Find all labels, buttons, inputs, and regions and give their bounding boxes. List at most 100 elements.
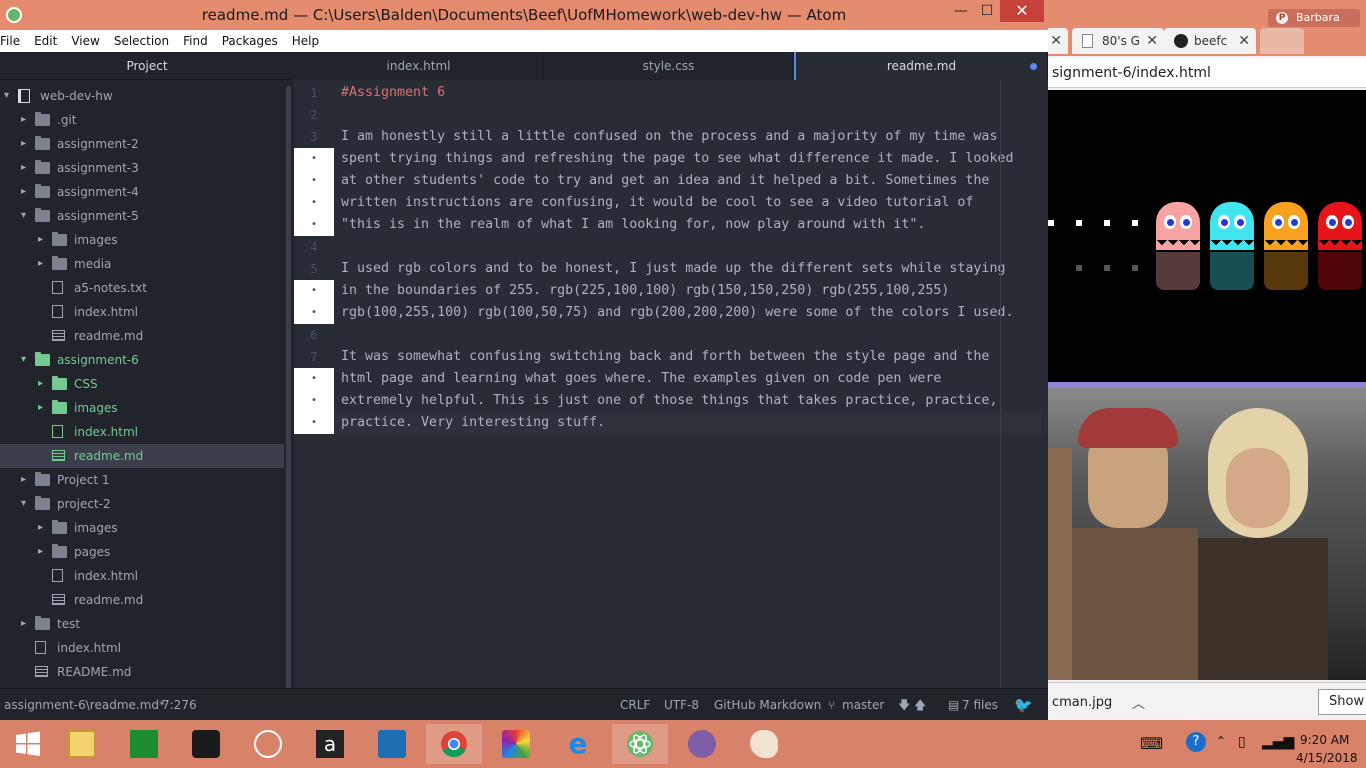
- tab-readme-md[interactable]: readme.md: [794, 52, 1048, 80]
- taskbar-atom[interactable]: [612, 724, 668, 764]
- battery-icon[interactable]: ▯: [1238, 734, 1246, 750]
- keyboard-icon[interactable]: ⌨: [1140, 734, 1163, 753]
- tree-item[interactable]: ▾ assignment-6: [0, 348, 284, 372]
- tree-item[interactable]: ▸ assignment-4: [0, 180, 284, 204]
- tree-item[interactable]: readme.md: [0, 588, 284, 612]
- chevron-down-icon[interactable]: ▾: [4, 84, 14, 108]
- code-line[interactable]: html page and learning what goes where. …: [341, 368, 1041, 390]
- tree-item[interactable]: ▸ pages: [0, 540, 284, 564]
- new-tab-button[interactable]: [1260, 28, 1304, 54]
- modified-indicator-icon[interactable]: [1030, 63, 1037, 70]
- close-icon[interactable]: ✕: [1050, 28, 1062, 54]
- start-button[interactable]: [0, 724, 56, 764]
- tree-item[interactable]: ▸ assignment-3: [0, 156, 284, 180]
- chevron-right-icon[interactable]: ▸: [38, 516, 48, 540]
- tree-item[interactable]: ▸ images: [0, 228, 284, 252]
- chevron-right-icon[interactable]: ▸: [38, 252, 48, 276]
- chevron-right-icon[interactable]: ▸: [21, 108, 31, 132]
- chevron-right-icon[interactable]: ▸: [21, 156, 31, 180]
- taskbar-hp[interactable]: [240, 724, 296, 764]
- tree-item[interactable]: ▸ media: [0, 252, 284, 276]
- taskbar-chrome[interactable]: [426, 724, 482, 764]
- taskbar-media-player[interactable]: [178, 724, 234, 764]
- code-line[interactable]: rgb(100,255,100) rgb(100,50,75) and rgb(…: [341, 302, 1041, 324]
- tab-index-html[interactable]: index.html: [294, 52, 544, 80]
- chrome-profile-button[interactable]: P Barbara: [1268, 9, 1360, 27]
- menu-selection[interactable]: Selection: [114, 30, 169, 52]
- status-line-ending[interactable]: CRLF: [620, 689, 650, 721]
- menu-find[interactable]: Find: [183, 30, 208, 52]
- status-grammar[interactable]: GitHub Markdown: [714, 689, 821, 721]
- maximize-button[interactable]: ☐: [974, 0, 1000, 22]
- status-cursor-position[interactable]: 7:276: [162, 689, 197, 721]
- tree-item[interactable]: index.html: [0, 636, 284, 660]
- code-line[interactable]: written instructions are confusing, it w…: [341, 192, 1041, 214]
- chevron-right-icon[interactable]: ▸: [21, 612, 31, 636]
- close-icon[interactable]: ✕: [1146, 28, 1158, 54]
- code-line[interactable]: in the boundaries of 255. rgb(225,100,10…: [341, 280, 1041, 302]
- text-editor[interactable]: 1 2 3 • • • • 4 5 • • 6 7 • • • #Assignment 6I am hones…: [294, 80, 1048, 688]
- close-button[interactable]: ✕: [1000, 0, 1044, 22]
- menu-file[interactable]: File: [0, 30, 20, 52]
- taskbar-paint[interactable]: [736, 724, 792, 764]
- tree-item[interactable]: index.html: [0, 300, 284, 324]
- clock-time[interactable]: 9:20 AM: [1300, 733, 1349, 747]
- chrome-tab-80s[interactable]: 80's G ✕: [1072, 28, 1164, 54]
- tree-item[interactable]: ▾ project-2: [0, 492, 284, 516]
- code-line[interactable]: I used rgb colors and to be honest, I ju…: [341, 258, 1041, 280]
- chevron-right-icon[interactable]: ▸: [38, 540, 48, 564]
- code-line[interactable]: It was somewhat confusing switching back…: [341, 346, 1041, 368]
- chevron-up-icon[interactable]: ︿: [1132, 693, 1145, 712]
- title-bar[interactable]: readme.md — C:\Users\Balden\Documents\Be…: [0, 0, 1048, 30]
- minimize-button[interactable]: —: [948, 0, 974, 22]
- code-line[interactable]: I am honestly still a little confused on…: [341, 126, 1041, 148]
- menu-help[interactable]: Help: [292, 30, 319, 52]
- tree-item[interactable]: a5-notes.txt: [0, 276, 284, 300]
- chevron-right-icon[interactable]: ▸: [38, 372, 48, 396]
- code-line[interactable]: at other students' code to try and get a…: [341, 170, 1041, 192]
- chrome-address-bar[interactable]: signment-6/index.html: [1048, 58, 1366, 88]
- help-icon[interactable]: ?: [1186, 732, 1206, 752]
- menu-edit[interactable]: Edit: [34, 30, 57, 52]
- tree-item[interactable]: ▸ CSS: [0, 372, 284, 396]
- tree-item[interactable]: README.md: [0, 660, 284, 684]
- chrome-tab-github[interactable]: beefc ✕: [1164, 28, 1256, 54]
- taskbar-store[interactable]: [116, 724, 172, 764]
- chevron-right-icon[interactable]: ▸: [21, 180, 31, 204]
- status-encoding[interactable]: UTF-8: [664, 689, 699, 721]
- code-line[interactable]: #Assignment 6: [341, 82, 1041, 104]
- tree-view-header[interactable]: Project: [0, 52, 294, 80]
- tree-item[interactable]: ▸ images: [0, 396, 284, 420]
- chevron-down-icon[interactable]: ▾: [21, 492, 31, 516]
- chevron-right-icon[interactable]: ▸: [21, 132, 31, 156]
- tree-item[interactable]: readme.md: [0, 444, 284, 468]
- wifi-signal-icon[interactable]: ▂▄▆: [1262, 734, 1294, 750]
- tree-item[interactable]: ▸ Project 1: [0, 468, 284, 492]
- code-line[interactable]: [341, 104, 1041, 126]
- chevron-up-icon[interactable]: ⌃: [1216, 734, 1226, 748]
- chevron-down-icon[interactable]: ▾: [21, 204, 31, 228]
- code-line[interactable]: [341, 236, 1041, 258]
- tree-item[interactable]: ▾ web-dev-hw: [0, 84, 284, 108]
- tree-item[interactable]: ▸ images: [0, 516, 284, 540]
- chevron-down-icon[interactable]: ▾: [21, 348, 31, 372]
- chevron-right-icon[interactable]: ▸: [21, 468, 31, 492]
- menu-packages[interactable]: Packages: [222, 30, 278, 52]
- git-pull-icon[interactable]: 🡇: [898, 689, 910, 721]
- feedback-bird-icon[interactable]: 🐦: [1014, 689, 1033, 721]
- taskbar-onedrive[interactable]: [364, 724, 420, 764]
- tree-item[interactable]: ▸ .git: [0, 108, 284, 132]
- show-all-downloads-button[interactable]: Show: [1318, 689, 1366, 715]
- tree-item[interactable]: index.html: [0, 564, 284, 588]
- git-push-icon[interactable]: 🡅: [914, 689, 926, 721]
- download-filename[interactable]: cman.jpg: [1052, 695, 1112, 710]
- tree-scrollbar[interactable]: [286, 86, 291, 690]
- code-line[interactable]: "this is in the realm of what I am looki…: [341, 214, 1041, 236]
- tree-item[interactable]: readme.md: [0, 324, 284, 348]
- taskbar-file-explorer[interactable]: [54, 724, 110, 764]
- taskbar-amazon[interactable]: a: [302, 724, 358, 764]
- chevron-right-icon[interactable]: ▸: [38, 228, 48, 252]
- tree-item[interactable]: ▾ assignment-5: [0, 204, 284, 228]
- taskbar-internet-explorer[interactable]: e: [550, 724, 606, 764]
- status-file-path[interactable]: assignment-6\readme.md*: [4, 689, 165, 721]
